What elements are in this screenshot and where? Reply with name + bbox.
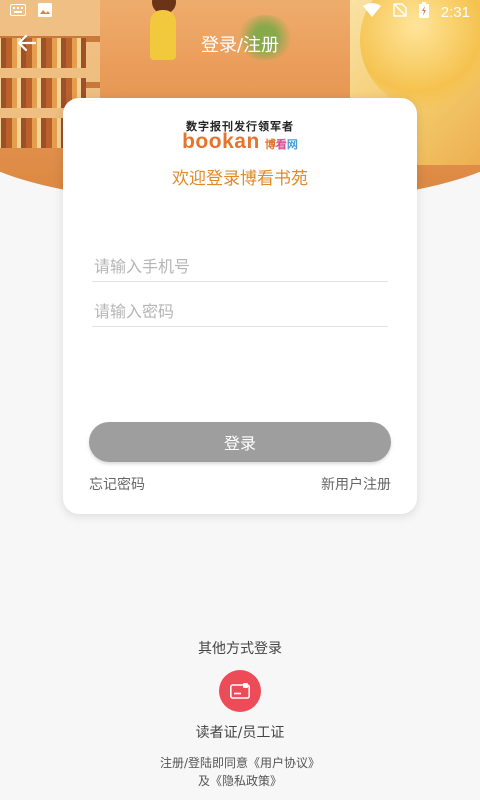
wifi-icon [362,3,381,21]
forgot-password-link[interactable]: 忘记密码 [89,474,145,494]
phone-field [92,252,388,282]
login-card: 数字报刊发行领军者 bookan 博看网 欢迎登录博看书苑 登录 忘记密码 新用… [63,98,417,514]
keyboard-icon [10,4,26,20]
password-input[interactable] [92,297,388,326]
reader-card-label: 读者证/员工证 [195,725,285,741]
login-button[interactable]: 登录 [89,422,391,462]
logo-brand: bookan [182,130,260,153]
user-agreement-link[interactable]: 《用户协议》 [248,756,320,770]
page-title: 登录/注册 [200,35,280,56]
reader-card-login-button[interactable] [219,670,261,712]
battery-icon [418,2,429,22]
bookan-logo: bookan 博看网 [63,130,417,154]
welcome-text: 欢迎登录博看书苑 [172,169,308,189]
status-bar: 2:31 [0,0,480,24]
status-time: 2:31 [440,3,470,21]
password-field [92,297,388,327]
top-nav: 登录/注册 [0,28,480,58]
privacy-policy-link[interactable]: 《隐私政策》 [210,774,282,788]
register-link[interactable]: 新用户注册 [321,474,391,494]
image-icon [38,3,52,21]
no-sim-icon [393,3,407,21]
logo-brand-cn: 博看网 [264,138,298,151]
id-card-icon [230,682,250,704]
other-login-title: 其他方式登录 [198,641,282,657]
phone-input[interactable] [92,252,388,281]
agreement-text: 注册/登陆即同意《用户协议》 及《隐私政策》 [159,756,321,788]
